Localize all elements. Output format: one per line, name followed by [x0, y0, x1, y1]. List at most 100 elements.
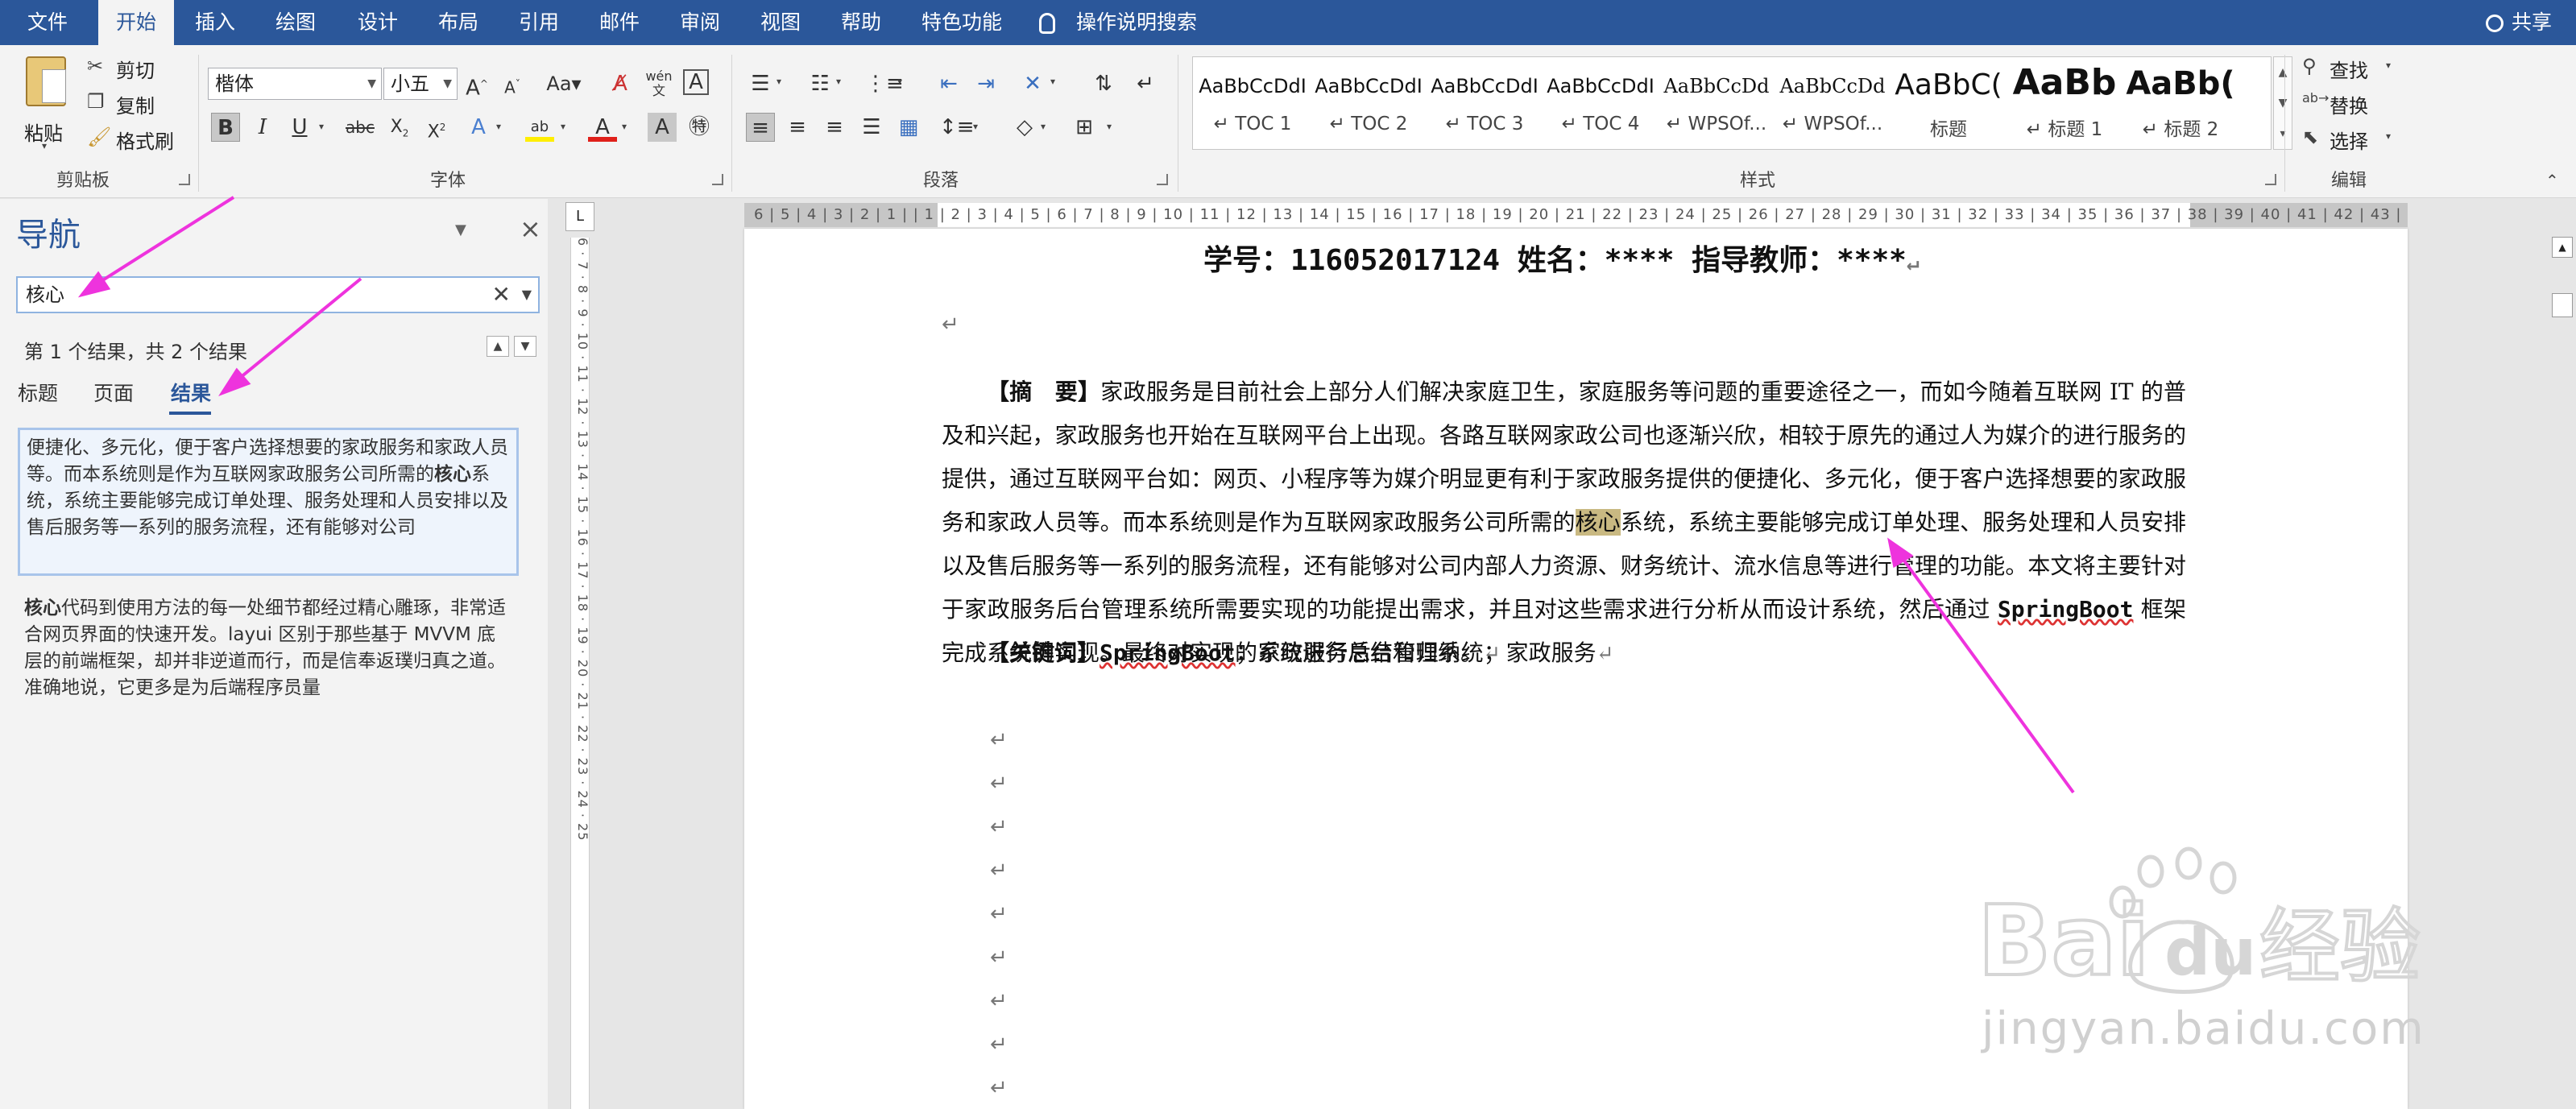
bold-icon[interactable]: B — [211, 113, 240, 142]
numbering-icon[interactable]: ☷ — [806, 69, 835, 98]
distributed-icon[interactable]: ▦ — [894, 113, 923, 142]
paragraph-dialog-launcher[interactable] — [1157, 174, 1168, 185]
search-result-item[interactable]: 核心代码到使用方法的每一处细节都经过精心雕琢，非常适合网页界面的快速开发。lay… — [18, 590, 519, 708]
shading-icon[interactable]: ◇ — [1010, 113, 1039, 142]
tab-references[interactable]: 引用 — [519, 0, 559, 45]
line-spacing-icon[interactable]: ↕≡ — [939, 113, 975, 142]
nav-tab-headings[interactable]: 标题 — [18, 378, 58, 407]
align-center-icon[interactable]: ≡ — [783, 113, 812, 142]
tab-draw[interactable]: 绘图 — [275, 0, 316, 45]
tab-review[interactable]: 审阅 — [680, 0, 720, 45]
borders-icon[interactable]: ⊞ — [1070, 113, 1099, 142]
change-case-icon[interactable]: Aa▾ — [541, 69, 586, 98]
chevron-down-icon[interactable]: ▾ — [1107, 121, 1112, 132]
style-tile[interactable]: AaBbCcDd ↵ WPSOf... — [1775, 57, 1891, 149]
share-button[interactable]: 共享 — [2485, 0, 2552, 45]
style-tile[interactable]: AaBb(↵ 标题 2 — [2123, 57, 2238, 149]
highlight-icon[interactable]: ab — [525, 113, 554, 142]
enclose-characters-icon[interactable]: ㊕ — [685, 113, 714, 142]
grow-font-icon[interactable]: A^ — [462, 69, 491, 101]
style-tile[interactable]: AaBbCcDdI ↵ TOC 4 — [1543, 57, 1659, 149]
shrink-font-icon[interactable]: A˅ — [498, 69, 527, 98]
tab-file[interactable]: 文件 — [27, 0, 68, 45]
vertical-scrollbar[interactable]: ▲ — [2545, 229, 2576, 1109]
style-name: ↵ 标题 1 — [2026, 119, 2103, 140]
tab-insert[interactable]: 插入 — [195, 0, 235, 45]
chevron-down-icon[interactable]: ▾ — [1050, 76, 1055, 87]
font-name-combo[interactable]: 楷体 ▼ — [208, 68, 382, 100]
style-tile[interactable]: AaBbC(标题 — [1891, 57, 2007, 149]
previous-result-button[interactable]: ▲ — [487, 336, 509, 357]
align-right-icon[interactable]: ≡ — [820, 113, 849, 142]
chevron-down-icon[interactable]: ▾ — [836, 76, 841, 87]
superscript-icon[interactable]: X2 — [422, 113, 451, 142]
clear-formatting-icon[interactable]: A̸ — [606, 69, 635, 98]
multilevel-list-icon[interactable]: ⋮≡ — [865, 69, 904, 98]
scroll-up-icon[interactable]: ▲ — [2552, 237, 2573, 258]
tell-me-search[interactable]: 操作说明搜索 — [1039, 0, 1197, 45]
subscript-icon[interactable]: X2 — [385, 113, 414, 142]
close-icon[interactable]: × — [520, 213, 541, 244]
paste-button[interactable]: 粘贴 ▾ — [19, 56, 76, 153]
chevron-down-icon[interactable]: ▾ — [973, 121, 978, 132]
tab-layout[interactable]: 布局 — [438, 0, 478, 45]
justify-icon[interactable]: ☰ — [857, 113, 886, 142]
tab-design[interactable]: 设计 — [358, 0, 398, 45]
align-left-icon[interactable]: ≡ — [746, 113, 775, 142]
scissors-icon: ✂ — [87, 55, 104, 77]
style-name: ↵ WPSOf... — [1782, 114, 1883, 134]
chevron-down-icon[interactable]: ▾ — [1041, 121, 1046, 132]
clipboard-dialog-launcher[interactable] — [179, 174, 190, 185]
tab-mailings[interactable]: 邮件 — [599, 0, 640, 45]
decrease-indent-icon[interactable]: ⇤ — [934, 69, 963, 98]
style-tile[interactable]: AaBbCcDdI ↵ TOC 1 — [1195, 57, 1311, 149]
tab-selector-icon[interactable]: L — [565, 202, 594, 231]
font-dialog-launcher[interactable] — [712, 174, 723, 185]
character-shading-icon[interactable]: A — [648, 113, 677, 142]
nav-tab-pages[interactable]: 页面 — [93, 378, 134, 407]
styles-dialog-launcher[interactable] — [2265, 174, 2276, 185]
collapse-ribbon-icon[interactable]: ⌃ — [2545, 171, 2559, 190]
tab-special-features[interactable]: 特色功能 — [921, 0, 1002, 45]
chevron-down-icon[interactable]: ▼ — [522, 278, 532, 312]
chevron-down-icon: ▾ — [2386, 130, 2392, 142]
style-tile[interactable]: AaBbCcDd ↵ WPSOf... — [1659, 57, 1775, 149]
chevron-up-icon[interactable]: ▲ — [2274, 57, 2292, 88]
clear-search-icon[interactable]: ✕ — [492, 278, 511, 312]
scroll-thumb[interactable] — [2552, 293, 2573, 317]
more-styles-icon[interactable]: ▾ — [2274, 118, 2292, 149]
tab-view[interactable]: 视图 — [760, 0, 801, 45]
underline-icon[interactable]: U — [285, 113, 314, 142]
character-border-icon[interactable]: A — [683, 69, 709, 95]
chevron-down-icon[interactable]: ▼ — [2274, 88, 2292, 118]
text-effects-icon[interactable]: A — [464, 113, 493, 142]
search-result-item[interactable]: 便捷化、多元化，便于客户选择想要的家政服务和家政人员等。而本系统则是作为互联网家… — [18, 428, 519, 576]
bullets-icon[interactable]: ☰ — [746, 69, 775, 98]
style-tile[interactable]: AaBb ↵ 标题 1 — [2007, 57, 2123, 149]
chevron-down-icon[interactable]: ▾ — [622, 121, 627, 132]
tab-home[interactable]: 开始 — [98, 0, 174, 45]
styles-scroll[interactable]: ▲ ▼ ▾ — [2273, 56, 2292, 150]
chevron-down-icon[interactable]: ▾ — [319, 121, 324, 132]
italic-icon[interactable]: I — [248, 113, 277, 142]
chevron-down-icon[interactable]: ▾ — [777, 76, 781, 87]
tab-help[interactable]: 帮助 — [841, 0, 881, 45]
horizontal-ruler[interactable]: 6 | 5 | 4 | 3 | 2 | 1 | | 1 | 2 | 3 | 4 … — [744, 203, 2408, 227]
chevron-down-icon[interactable]: ▾ — [561, 121, 565, 132]
nav-tab-results[interactable]: 结果 — [171, 378, 211, 407]
strikethrough-icon[interactable]: abc — [340, 113, 380, 142]
style-tile[interactable]: AaBbCcDdI ↵ TOC 2 — [1311, 57, 1427, 149]
increase-indent-icon[interactable]: ⇥ — [971, 69, 1000, 98]
nav-search-input[interactable]: 核心 ✕ ▼ — [16, 276, 540, 313]
chinese-layout-icon[interactable]: ✕ — [1018, 69, 1047, 98]
chevron-down-icon[interactable]: ▾ — [897, 76, 902, 87]
show-marks-icon[interactable]: ↵ — [1131, 69, 1160, 98]
style-tile[interactable]: AaBbCcDdI ↵ TOC 3 — [1427, 57, 1543, 149]
chevron-down-icon[interactable]: ▾ — [496, 121, 501, 132]
chevron-down-icon[interactable]: ▼ — [455, 221, 466, 238]
font-color-icon[interactable]: A — [588, 113, 617, 142]
font-size-combo[interactable]: 小五 ▼ — [383, 68, 458, 100]
phonetic-guide-icon[interactable]: wén 文 — [644, 69, 673, 98]
sort-icon[interactable]: ⇅ — [1089, 69, 1118, 98]
next-result-button[interactable]: ▼ — [514, 336, 536, 357]
